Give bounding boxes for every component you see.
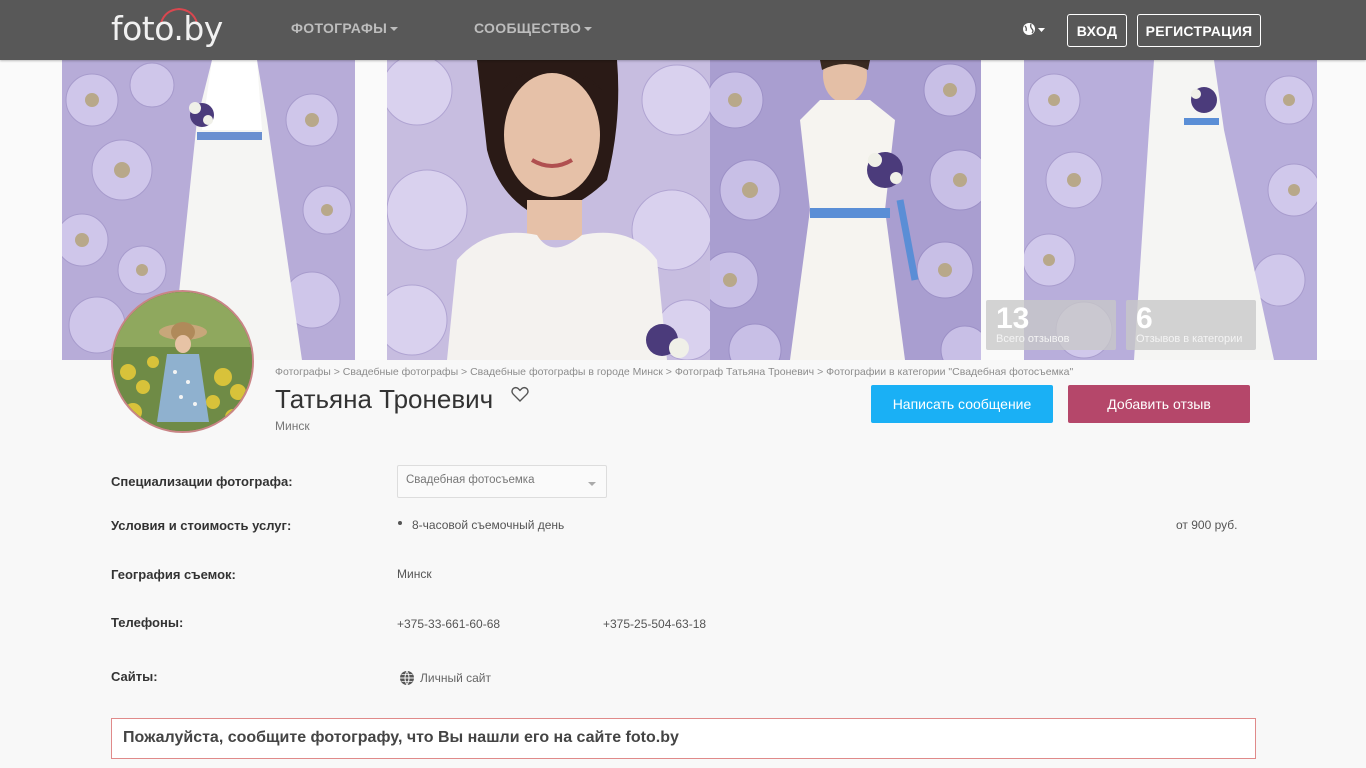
heart-favorite-icon[interactable] [511, 386, 529, 402]
cover-photo-3[interactable] [710, 60, 981, 360]
breadcrumb-link-photographers[interactable]: Фотографы [275, 366, 331, 378]
services-label: Условия и стоимость услуг: [111, 518, 292, 533]
photographer-avatar[interactable] [111, 290, 254, 433]
specialization-selected: Свадебная фотосъемка [406, 474, 535, 486]
language-selector[interactable] [1022, 20, 1048, 40]
geography-value: Минск [397, 567, 432, 581]
personal-site-label: Личный сайт [420, 671, 491, 685]
phone-2[interactable]: +375-25-504-63-18 [603, 617, 706, 631]
nav-photographers[interactable]: ФОТОГРАФЫ [291, 20, 399, 36]
logo-text: foto.by [111, 9, 223, 48]
total-reviews-count: 13 [996, 302, 1030, 335]
register-button[interactable]: РЕГИСТРАЦИЯ [1137, 14, 1261, 47]
chevron-down-icon [588, 482, 596, 486]
geography-label: География съемок: [111, 567, 236, 582]
category-reviews-label: Отзывов в категории [1136, 333, 1243, 345]
category-reviews-count: 6 [1136, 302, 1153, 335]
phones-label: Телефоны: [111, 615, 184, 630]
add-review-button[interactable]: Добавить отзыв [1068, 385, 1250, 423]
nav-photographers-label: ФОТОГРАФЫ [291, 20, 388, 36]
specialization-select[interactable]: Свадебная фотосъемка [397, 465, 607, 498]
photographer-city: Минск [275, 419, 310, 433]
caret-down-icon [390, 27, 399, 32]
globe-icon [1023, 23, 1045, 35]
sites-label: Сайты: [111, 669, 158, 684]
login-button[interactable]: ВХОД [1067, 14, 1127, 47]
breadcrumb: Фотографы > Свадебные фотографы > Свадеб… [275, 366, 1074, 378]
service-name: 8-часовой съемочный день [412, 518, 565, 532]
send-message-button[interactable]: Написать сообщение [871, 385, 1053, 423]
caret-down-icon [584, 27, 593, 32]
specialization-label: Специализации фотографа: [111, 474, 293, 489]
breadcrumb-link-photographer[interactable]: Фотограф Татьяна Троневич [675, 366, 814, 378]
notice-banner: Пожалуйста, сообщите фотографу, что Вы н… [111, 718, 1256, 759]
bullet-icon [398, 521, 402, 525]
nav-community-label: СООБЩЕСТВО [474, 20, 582, 36]
total-reviews-stat[interactable]: 13 Всего отзывов [986, 300, 1116, 350]
phone-1[interactable]: +375-33-661-60-68 [397, 617, 500, 631]
service-price: от 900 руб. [1176, 518, 1238, 532]
breadcrumb-link-wedding-minsk[interactable]: Свадебные фотографы в городе Минск [470, 366, 663, 378]
site-logo[interactable]: foto.by [111, 6, 241, 50]
category-reviews-stat[interactable]: 6 Отзывов в категории [1126, 300, 1256, 350]
cover-photo-2[interactable] [387, 60, 710, 360]
nav-community[interactable]: СООБЩЕСТВО [474, 20, 593, 36]
personal-site-link[interactable]: Личный сайт [399, 670, 491, 686]
globe-icon [400, 670, 414, 686]
top-navbar: foto.by ФОТОГРАФЫ СООБЩЕСТВО ВХОД РЕГИСТ… [0, 0, 1366, 60]
breadcrumb-link-wedding[interactable]: Свадебные фотографы [343, 366, 458, 378]
photographer-name: Татьяна Троневич [275, 384, 494, 414]
total-reviews-label: Всего отзывов [996, 333, 1070, 345]
breadcrumb-current: Фотографии в категории "Свадебная фотосъ… [826, 366, 1074, 378]
